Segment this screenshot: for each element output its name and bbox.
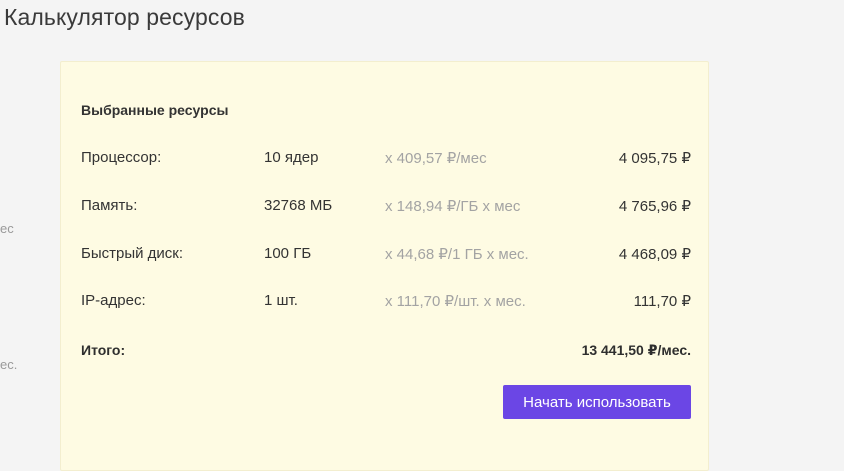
resource-label: Память:	[81, 197, 138, 214]
card-heading: Выбранные ресурсы	[81, 102, 229, 118]
total-sum: 13 441,50 ₽/мес.	[581, 342, 691, 358]
resource-sum: 4 765,96 ₽	[618, 198, 691, 215]
resource-rate: x 44,68 ₽/1 ГБ x мес.	[385, 246, 529, 263]
resource-sum: 4 468,09 ₽	[618, 246, 691, 263]
page-title: Калькулятор ресурсов	[4, 4, 245, 30]
resource-quantity: 1 шт.	[264, 292, 298, 309]
resource-rate: x 148,94 ₽/ГБ x мес	[385, 198, 521, 215]
resource-label: IP-адрес:	[81, 292, 146, 309]
total-label: Итого:	[81, 342, 126, 358]
resource-row-cpu: Процессор: 10 ядер x 409,57 ₽/мес 4 095,…	[81, 149, 691, 169]
total-row: Итого: 13 441,50 ₽/мес.	[81, 342, 691, 362]
resource-rate: x 409,57 ₽/мес	[385, 150, 487, 167]
resources-summary-card: Выбранные ресурсы Процессор: 10 ядер x 4…	[60, 61, 709, 471]
resource-sum: 4 095,75 ₽	[618, 150, 691, 167]
resource-sum: 111,70 ₽	[633, 293, 691, 310]
resource-row-ip-address: IP-адрес: 1 шт. x 111,70 ₽/шт. x мес. 11…	[81, 292, 691, 312]
resource-quantity: 10 ядер	[264, 149, 319, 166]
resource-row-fast-disk: Быстрый диск: 100 ГБ x 44,68 ₽/1 ГБ x ме…	[81, 245, 691, 265]
resource-quantity: 32768 МБ	[264, 197, 333, 214]
side-text-fragment: ес	[0, 221, 14, 236]
resource-label: Быстрый диск:	[81, 245, 184, 262]
start-using-button[interactable]: Начать использовать	[503, 385, 691, 419]
resource-row-memory: Память: 32768 МБ x 148,94 ₽/ГБ x мес 4 7…	[81, 197, 691, 217]
resource-quantity: 100 ГБ	[264, 245, 312, 262]
resource-rate: x 111,70 ₽/шт. x мес.	[385, 293, 526, 310]
side-text-fragment: ес.	[0, 357, 18, 372]
resource-label: Процессор:	[81, 149, 162, 166]
